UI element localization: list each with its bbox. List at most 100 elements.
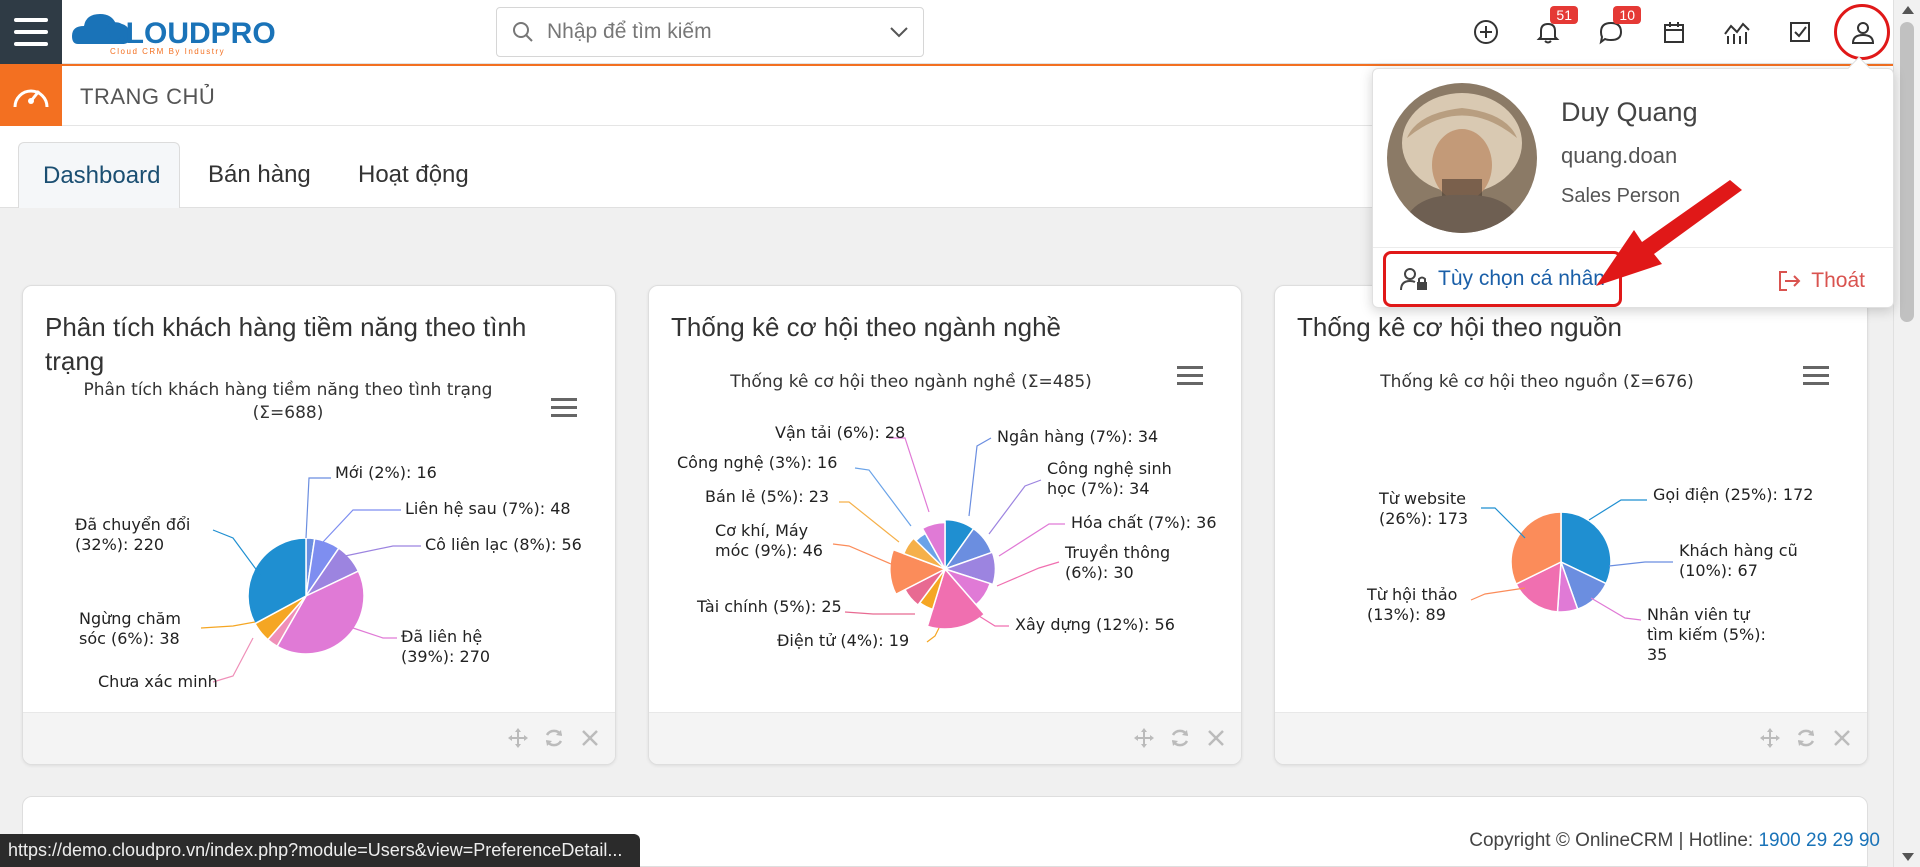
scroll-down-arrow[interactable] xyxy=(1902,853,1914,861)
widget-title: Thống kê cơ hội theo nguồn xyxy=(1297,312,1622,342)
pie-data-label: 35 xyxy=(1647,645,1667,664)
pie-label-connector xyxy=(854,467,912,527)
search-input[interactable] xyxy=(547,20,867,44)
pie-data-label: Tài chính (5%): 25 xyxy=(696,597,842,616)
chart-title: Phân tích khách hàng tiềm năng theo tình… xyxy=(84,379,493,400)
logo-subtitle: Cloud CRM By Industry xyxy=(110,47,225,56)
pie-label-connector xyxy=(212,637,254,683)
pie-data-label: Mới (2%): 16 xyxy=(335,463,437,482)
pie-data-label: Truyền thông xyxy=(1064,543,1170,562)
pie-data-label: Ngừng chăm xyxy=(79,609,181,628)
pie-data-label: học (7%): 34 xyxy=(1047,479,1150,498)
avatar xyxy=(1387,83,1537,233)
pie-slices xyxy=(1510,511,1612,613)
add-icon[interactable] xyxy=(1468,14,1504,50)
pie-label-connector xyxy=(1470,587,1526,601)
pie-slices xyxy=(889,518,997,630)
close-icon[interactable] xyxy=(579,727,601,749)
scroll-thumb[interactable] xyxy=(1900,22,1914,322)
hotline-link[interactable]: 1900 29 29 90 xyxy=(1758,830,1880,851)
pie-data-label: Ngân hàng (7%): 34 xyxy=(997,427,1158,446)
page-title: TRANG CHỦ xyxy=(80,84,216,109)
pie-data-label: Điện tử (4%): 19 xyxy=(777,631,909,650)
dashboard-gauge-icon[interactable] xyxy=(0,66,62,126)
pie-data-label: Công nghệ (3%): 16 xyxy=(677,453,837,472)
widget-title: Thống kê cơ hội theo ngành nghề xyxy=(671,312,1062,342)
pie-data-label: (39%): 270 xyxy=(401,647,490,666)
refresh-icon[interactable] xyxy=(1795,727,1817,749)
logout-link[interactable]: Thoát xyxy=(1777,269,1865,293)
calendar-icon[interactable] xyxy=(1656,14,1692,50)
tasks-checkbox-icon[interactable] xyxy=(1782,14,1818,50)
close-icon[interactable] xyxy=(1205,727,1227,749)
chart-title: Thống kê cơ hội theo ngành nghề (Σ=485) xyxy=(729,371,1092,392)
pie-label-connector xyxy=(996,561,1060,587)
pie-label-connector xyxy=(839,501,900,543)
pie-label-connector xyxy=(352,627,397,639)
move-icon[interactable] xyxy=(1133,727,1155,749)
user-name: Duy Quang xyxy=(1561,97,1698,127)
tab-ban-hang[interactable]: Bán hàng xyxy=(184,142,335,208)
chart-menu-icon[interactable] xyxy=(551,398,577,417)
logo-text: CLOUDPRO xyxy=(104,17,276,50)
reports-chart-icon[interactable] xyxy=(1719,14,1755,50)
copyright-label: Copyright © OnlineCRM | Hotline: xyxy=(1469,830,1759,851)
messages-icon[interactable]: 10 xyxy=(1593,6,1641,50)
pie-label-connector xyxy=(1608,561,1673,567)
red-annotation-arrow xyxy=(1596,180,1742,286)
pie-data-label: (13%): 89 xyxy=(1367,605,1446,624)
pie-data-label: Đã liên hệ xyxy=(401,627,482,646)
pie-data-label: Bán lẻ (5%): 23 xyxy=(705,487,829,506)
pie-data-label: (26%): 173 xyxy=(1379,509,1468,528)
tab-dashboard[interactable]: Dashboard xyxy=(18,142,180,208)
refresh-icon[interactable] xyxy=(543,727,565,749)
notifications-icon[interactable]: 51 xyxy=(1530,6,1578,50)
pie-data-label: Cơ khí, Máy xyxy=(715,521,808,540)
move-icon[interactable] xyxy=(1759,727,1781,749)
chart-title: Thống kê cơ hội theo nguồn (Σ=676) xyxy=(1379,371,1693,392)
pie-data-label: Đã chuyển đổi xyxy=(75,515,190,534)
pie-data-label: Gọi điện (25%): 172 xyxy=(1653,485,1813,504)
preferences-label: Tùy chọn cá nhân xyxy=(1438,267,1605,290)
chart-menu-icon[interactable] xyxy=(1177,366,1203,385)
hamburger-menu-icon[interactable] xyxy=(0,0,62,64)
status-url-bar: https://demo.cloudpro.vn/index.php?modul… xyxy=(0,834,640,867)
pie-data-label: Xây dựng (12%): 56 xyxy=(1015,615,1175,634)
chart-menu-icon[interactable] xyxy=(1803,366,1829,385)
logout-icon xyxy=(1779,271,1801,291)
logout-label: Thoát xyxy=(1811,269,1865,292)
pie-data-label: Khách hàng cũ xyxy=(1679,541,1798,560)
widget-opportunities-by-source: Thống kê cơ hội theo nguồn Thống kê cơ h… xyxy=(1274,285,1868,765)
search-icon xyxy=(513,22,533,42)
scroll-up-arrow[interactable] xyxy=(1902,6,1914,14)
close-icon[interactable] xyxy=(1831,727,1853,749)
pie-label-connector xyxy=(926,627,940,643)
refresh-icon[interactable] xyxy=(1169,727,1191,749)
pie-label-connector xyxy=(978,615,1009,627)
page-scrollbar[interactable] xyxy=(1893,0,1920,867)
pie-data-label: Công nghệ sinh xyxy=(1047,459,1172,478)
user-lock-icon xyxy=(1400,268,1427,291)
cloudpro-logo[interactable]: CLOUDPRO Cloud CRM By Industry xyxy=(70,6,300,56)
pie-data-label: (10%): 67 xyxy=(1679,561,1758,580)
search-box[interactable] xyxy=(496,7,924,57)
tab-hoat-dong[interactable]: Hoạt động xyxy=(334,142,493,208)
pie-data-label: (6%): 30 xyxy=(1065,563,1134,582)
pie-label-connector xyxy=(832,543,892,565)
pie-chart-leads: Phân tích khách hàng tiềm năng theo tình… xyxy=(75,379,582,691)
pie-label-connector xyxy=(844,611,915,615)
chevron-down-icon[interactable] xyxy=(889,25,909,39)
pie-data-label: tìm kiếm (5%): xyxy=(1647,625,1766,644)
pie-chart-source: Thống kê cơ hội theo nguồn (Σ=676) Gọi đ… xyxy=(1366,366,1829,664)
pie-data-label: Từ website xyxy=(1378,489,1466,508)
widget-opportunities-by-industry: Thống kê cơ hội theo ngành nghề Thống kê… xyxy=(648,285,1242,765)
pie-data-label: Cô liên lạc (8%): 56 xyxy=(425,535,582,554)
widget-footer xyxy=(1275,712,1867,764)
pie-data-label: Từ hội thảo xyxy=(1366,585,1457,604)
move-icon[interactable] xyxy=(507,727,529,749)
user-icon-highlight xyxy=(1834,4,1890,60)
pie-chart-industry: Thống kê cơ hội theo ngành nghề (Σ=485) … xyxy=(677,366,1217,650)
pie-data-label: Chưa xác minh xyxy=(98,672,218,691)
preferences-link[interactable]: Tùy chọn cá nhân xyxy=(1383,251,1622,307)
pie-label-connector xyxy=(1590,597,1642,621)
